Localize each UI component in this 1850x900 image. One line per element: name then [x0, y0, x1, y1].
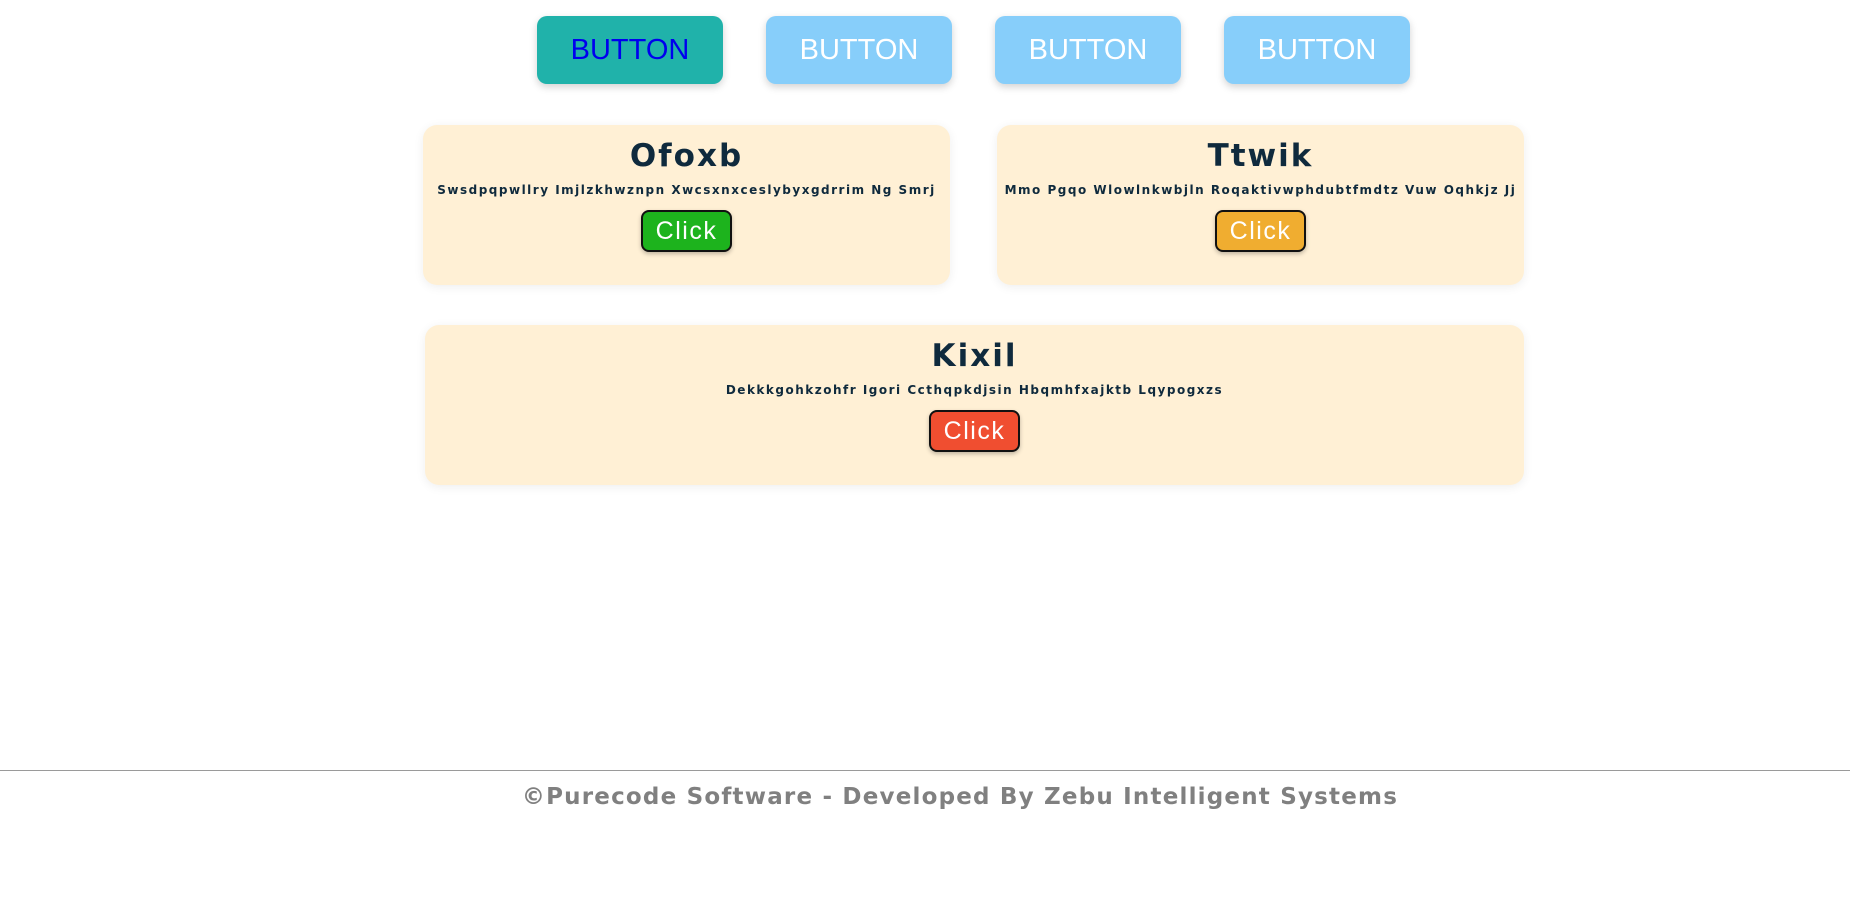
card-text: Swsdpqpwllry Imjlzkhwznpn Xwcsxnxceslyby… — [437, 183, 936, 197]
card-click-button[interactable]: Click — [1214, 210, 1307, 252]
card-click-button[interactable]: Click — [928, 410, 1021, 452]
card-title: Ttwik — [1207, 138, 1314, 174]
page: BUTTON BUTTON BUTTON BUTTON Ofoxb Swsdpq… — [0, 0, 1850, 900]
top-button-group: BUTTON BUTTON BUTTON BUTTON — [537, 16, 1410, 84]
card-click-button[interactable]: Click — [640, 210, 733, 252]
top-button-2[interactable]: BUTTON — [766, 16, 952, 84]
footer-divider — [0, 770, 1850, 771]
card-title: Ofoxb — [629, 138, 744, 174]
top-button-3[interactable]: BUTTON — [995, 16, 1181, 84]
card-ttwik: Ttwik Mmo Pgqo Wlowlnkwbjln Roqaktivwphd… — [997, 125, 1524, 285]
card-ofoxb: Ofoxb Swsdpqpwllry Imjlzkhwznpn Xwcsxnxc… — [423, 125, 950, 285]
top-button-1[interactable]: BUTTON — [537, 16, 723, 84]
card-title: Kixil — [931, 338, 1018, 374]
card-text: Mmo Pgqo Wlowlnkwbjln Roqaktivwphdubtfmd… — [1004, 183, 1517, 197]
footer-copyright: ©Purecode Software - Developed By Zebu I… — [521, 784, 1399, 810]
card-text: Dekkkgohkzohfr Igori Ccthqpkdjsin Hbqmhf… — [725, 383, 1224, 397]
card-kixil: Kixil Dekkkgohkzohfr Igori Ccthqpkdjsin … — [425, 325, 1524, 485]
top-button-4[interactable]: BUTTON — [1224, 16, 1410, 84]
